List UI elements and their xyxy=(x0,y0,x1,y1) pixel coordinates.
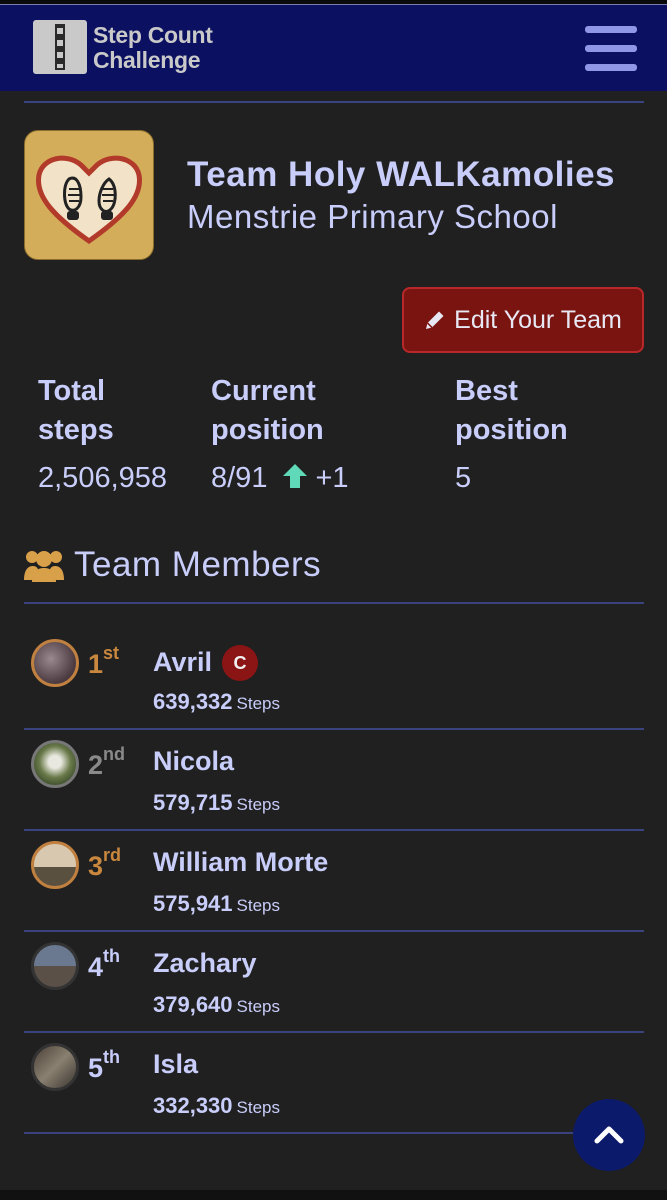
avatar xyxy=(31,841,79,889)
users-icon xyxy=(24,551,64,582)
hamburger-menu-icon[interactable] xyxy=(585,26,637,72)
row-divider xyxy=(24,1132,644,1134)
member-rank: 2nd xyxy=(88,744,125,781)
steps-unit: Steps xyxy=(236,896,281,915)
steps-value: 579,715 xyxy=(153,790,233,815)
school-name: Menstrie Primary School xyxy=(187,198,558,235)
brand-name[interactable]: Step Count Challenge xyxy=(93,23,213,73)
rank-number: 1 xyxy=(88,649,104,679)
member-name: Isla xyxy=(153,1049,198,1080)
team-members-title: Team Members xyxy=(74,545,322,584)
member-row[interactable]: 5th Isla 332,330 Steps xyxy=(24,1033,644,1134)
member-steps: 579,715 Steps xyxy=(153,790,280,816)
member-rank: 3rd xyxy=(88,845,121,882)
team-members-heading: Team Members xyxy=(24,545,321,585)
steps-unit: Steps xyxy=(236,1098,281,1117)
member-rank: 4th xyxy=(88,946,120,983)
bottom-edge xyxy=(0,1190,667,1200)
rank-number: 4 xyxy=(88,952,104,982)
navbar: Step Count Challenge xyxy=(0,4,667,91)
steps-value: 639,332 xyxy=(153,689,233,714)
current-position-label: Current position xyxy=(211,372,324,450)
current-position-label-line2: position xyxy=(211,414,324,446)
steps-unit: Steps xyxy=(236,694,281,713)
avatar xyxy=(31,1043,79,1091)
team-name: Team Holy WALKamolies xyxy=(187,155,616,194)
member-name-text: William Morte xyxy=(153,847,329,877)
members-divider xyxy=(24,602,644,604)
member-row[interactable]: 4th Zachary 379,640 Steps xyxy=(24,932,644,1033)
rank-suffix: nd xyxy=(103,744,126,764)
current-position-value: 8/91 +1 xyxy=(211,462,349,498)
steps-unit: Steps xyxy=(236,795,281,814)
pencil-icon xyxy=(426,311,444,329)
member-rank: 5th xyxy=(88,1047,120,1084)
member-name-text: Isla xyxy=(153,1049,199,1079)
total-steps-label-line2: steps xyxy=(38,414,114,446)
rank-suffix: th xyxy=(103,1047,121,1067)
brand-line-1: Step Count xyxy=(93,22,213,48)
member-name-text: Nicola xyxy=(153,746,235,776)
member-name: Zachary xyxy=(153,948,257,979)
steps-value: 575,941 xyxy=(153,891,233,916)
rank-number: 5 xyxy=(88,1053,104,1083)
steps-value: 332,330 xyxy=(153,1093,233,1118)
chevron-up-icon xyxy=(594,1126,624,1144)
member-steps: 639,332 Steps xyxy=(153,689,280,715)
member-row[interactable]: 1st Avril C 639,332 Steps xyxy=(24,629,644,730)
edit-team-label: Edit Your Team xyxy=(454,306,622,334)
scroll-to-top-button[interactable] xyxy=(573,1099,645,1171)
member-name: Nicola xyxy=(153,746,234,777)
total-steps-label-line1: Total xyxy=(38,375,106,407)
total-steps-label: Total steps xyxy=(38,372,114,450)
member-rank: 1st xyxy=(88,643,119,680)
avatar xyxy=(31,740,79,788)
steps-unit: Steps xyxy=(236,997,281,1016)
best-position-value: 5 xyxy=(455,462,472,494)
best-position-label-line2: position xyxy=(455,414,568,446)
member-row[interactable]: 3rd William Morte 575,941 Steps xyxy=(24,831,644,932)
member-steps: 332,330 Steps xyxy=(153,1093,280,1119)
member-name: Avril C xyxy=(153,645,259,681)
current-position-number: 8/91 xyxy=(211,462,268,494)
footsteps-logo-icon[interactable] xyxy=(33,20,87,74)
rank-number: 3 xyxy=(88,851,104,881)
position-change: +1 xyxy=(315,462,349,494)
member-steps: 379,640 Steps xyxy=(153,992,280,1018)
member-steps: 575,941 Steps xyxy=(153,891,280,917)
member-name-text: Zachary xyxy=(153,948,257,978)
best-position-label: Best position xyxy=(455,372,568,450)
rank-number: 2 xyxy=(88,750,104,780)
header-divider xyxy=(24,101,644,103)
total-steps-value: 2,506,958 xyxy=(38,462,168,494)
rank-suffix: rd xyxy=(103,845,122,865)
rank-suffix: th xyxy=(103,946,121,966)
avatar xyxy=(31,942,79,990)
avatar xyxy=(31,639,79,687)
steps-value: 379,640 xyxy=(153,992,233,1017)
heart-footprints-icon xyxy=(24,130,154,260)
arrow-up-icon xyxy=(281,462,309,498)
current-position-label-line1: Current xyxy=(211,375,316,407)
rank-suffix: st xyxy=(103,643,120,663)
best-position-label-line1: Best xyxy=(455,375,518,407)
brand-line-2: Challenge xyxy=(93,47,201,73)
edit-team-button[interactable]: Edit Your Team xyxy=(402,287,644,353)
member-name: William Morte xyxy=(153,847,328,878)
member-row[interactable]: 2nd Nicola 579,715 Steps xyxy=(24,730,644,831)
member-name-text: Avril xyxy=(153,647,213,677)
captain-badge: C xyxy=(222,645,259,681)
